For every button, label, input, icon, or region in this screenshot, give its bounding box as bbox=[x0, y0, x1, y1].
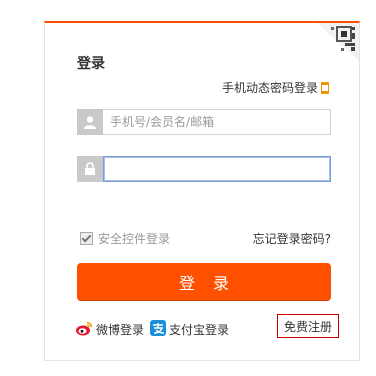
forgot-password-link[interactable]: 忘记登录密码? bbox=[253, 230, 331, 247]
weibo-icon bbox=[75, 321, 93, 339]
alipay-login-label: 支付宝登录 bbox=[169, 323, 230, 337]
alternative-logins: 微博登录 支付宝登录 bbox=[75, 320, 229, 339]
alipay-login-link[interactable]: 支付宝登录 bbox=[150, 320, 229, 339]
weibo-login-link[interactable]: 微博登录 bbox=[75, 321, 144, 339]
password-field bbox=[77, 156, 331, 182]
free-register-link[interactable]: 免费注册 bbox=[277, 314, 339, 338]
dynamic-password-login-label: 手机动态密码登录 bbox=[221, 81, 318, 95]
username-input[interactable] bbox=[103, 109, 331, 135]
safe-control-option[interactable]: 安全控件登录 bbox=[80, 230, 170, 247]
login-button[interactable]: 登录 bbox=[77, 263, 331, 300]
username-field bbox=[77, 109, 331, 135]
lock-icon bbox=[77, 156, 103, 182]
dynamic-password-login-link[interactable]: 手机动态密码登录 bbox=[222, 79, 329, 96]
qr-code-icon[interactable] bbox=[317, 23, 359, 61]
login-panel: 登录 手机动态密码登录 安全控件登录 忘记登录密码? 登录 bbox=[44, 21, 360, 361]
safe-control-checkbox[interactable] bbox=[80, 232, 93, 245]
phone-icon bbox=[321, 81, 329, 94]
user-icon bbox=[77, 109, 103, 135]
alipay-icon bbox=[150, 320, 167, 339]
safe-control-label: 安全控件登录 bbox=[98, 232, 171, 246]
login-title: 登录 bbox=[77, 56, 105, 72]
weibo-login-label: 微博登录 bbox=[96, 323, 145, 337]
password-input[interactable] bbox=[103, 156, 331, 182]
